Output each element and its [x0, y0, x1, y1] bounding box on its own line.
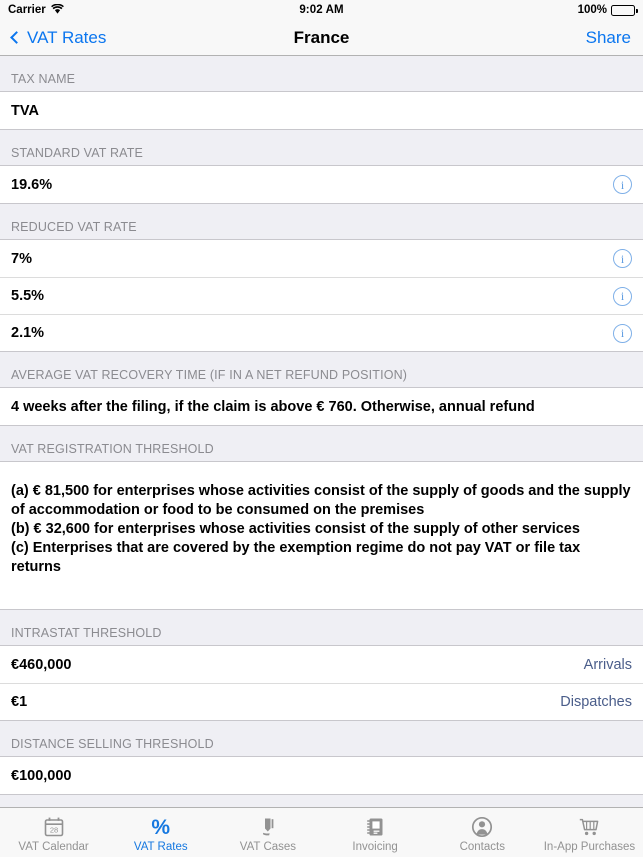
threshold-line: (a) € 81,500 for enterprises whose activ…	[11, 483, 631, 518]
cell-value: 19.6%	[11, 176, 53, 193]
section-group-vat-registration-threshold[interactable]: (a) € 81,500 for enterprises whose activ…	[0, 461, 643, 610]
notebook-icon	[364, 815, 386, 839]
section-group-average-vat-recovery-time: 4 weeks after the filing, if the claim i…	[0, 387, 643, 426]
section-header-average-vat-recovery-time: AVERAGE VAT RECOVERY TIME (IF IN A NET R…	[0, 352, 643, 387]
section-group-standard-vat-rate: 19.6% i	[0, 165, 643, 204]
section-header-distance-selling-threshold: DISTANCE SELLING THRESHOLD	[0, 721, 643, 756]
person-circle-icon	[471, 815, 493, 839]
table-row[interactable]: €100,000	[0, 757, 643, 794]
table-row[interactable]: 2.1% i	[0, 314, 643, 351]
tab-invoicing[interactable]: Invoicing	[322, 808, 429, 857]
info-icon[interactable]: i	[613, 323, 632, 343]
tab-in-app-purchases[interactable]: In-App Purchases	[536, 808, 643, 857]
section-header-vat-registration-threshold: VAT REGISTRATION THRESHOLD	[0, 426, 643, 461]
table-row[interactable]: 4 weeks after the filing, if the claim i…	[0, 388, 643, 425]
status-bar-time: 9:02 AM	[299, 4, 344, 16]
tab-label: Invoicing	[352, 841, 398, 853]
table-row[interactable]: €460,000 Arrivals	[0, 646, 643, 683]
tab-contacts[interactable]: Contacts	[429, 808, 536, 857]
section-header-tax-name: TAX NAME	[0, 56, 643, 91]
tab-vat-cases[interactable]: VAT Cases	[214, 808, 321, 857]
status-bar-right: 100%	[577, 4, 638, 16]
battery-icon	[611, 4, 638, 16]
tab-label: In-App Purchases	[543, 841, 636, 853]
section-header-intrastat-threshold: INTRASTAT THRESHOLD	[0, 610, 643, 645]
info-icon[interactable]: i	[613, 286, 632, 306]
battery-percent-label: 100%	[577, 4, 607, 16]
threshold-line: (c) Enterprises that are covered by the …	[11, 540, 581, 575]
percent-glyph: %	[151, 815, 171, 839]
cell-value: €100,000	[11, 767, 72, 784]
share-button[interactable]: Share	[586, 28, 631, 48]
tab-label: VAT Cases	[239, 841, 297, 853]
table-row[interactable]: 7% i	[0, 240, 643, 277]
table-row[interactable]: 19.6% i	[0, 166, 643, 203]
info-icon[interactable]: i	[613, 175, 632, 194]
tab-vat-rates[interactable]: % VAT Rates	[107, 808, 214, 857]
svg-text:28: 28	[49, 825, 57, 834]
app-screen: Carrier 9:02 AM 100% VAT Rates France Sh…	[0, 0, 643, 857]
status-bar: Carrier 9:02 AM 100%	[0, 0, 643, 20]
section-group-tax-name: TVA	[0, 91, 643, 130]
cell-value: €1	[11, 694, 28, 710]
navigation-bar: VAT Rates France Share	[0, 20, 643, 56]
tab-vat-calendar[interactable]: 28 VAT Calendar	[0, 808, 107, 857]
cell-accessory-label: Dispatches	[560, 694, 632, 710]
back-button[interactable]: VAT Rates	[10, 27, 107, 48]
cell-value: 7%	[11, 250, 32, 267]
section-group-reduced-vat-rate: 7% i 5.5% i 2.1% i	[0, 239, 643, 352]
section-header-reduced-vat-rate: REDUCED VAT RATE	[0, 204, 643, 239]
table-row[interactable]: €1 Dispatches	[0, 683, 643, 720]
table-row[interactable]: TVA	[0, 92, 643, 129]
cell-value: 4 weeks after the filing, if the claim i…	[11, 398, 535, 415]
section-header-standard-vat-rate: STANDARD VAT RATE	[0, 130, 643, 165]
cell-accessory-label: Arrivals	[583, 656, 632, 673]
chevron-left-icon	[10, 31, 23, 44]
cell-value: 5.5%	[11, 288, 45, 304]
cell-value: €460,000	[11, 656, 72, 673]
tab-label: VAT Calendar	[18, 841, 89, 853]
gavel-icon	[257, 815, 279, 839]
calendar-icon: 28	[43, 815, 65, 839]
threshold-line: (b) € 32,600 for enterprises whose activ…	[11, 521, 580, 537]
percent-icon: %	[151, 815, 170, 839]
section-group-intrastat-threshold: €460,000 Arrivals €1 Dispatches	[0, 645, 643, 721]
section-group-distance-selling-threshold: €100,000	[0, 756, 643, 795]
cell-value: TVA	[11, 102, 39, 119]
cell-value: 2.1%	[11, 325, 45, 341]
tab-label: Contacts	[459, 841, 505, 853]
shopping-cart-icon	[578, 815, 600, 839]
table-row[interactable]: 5.5% i	[0, 277, 643, 314]
tab-label: VAT Rates	[133, 841, 188, 853]
back-button-label: VAT Rates	[27, 27, 107, 47]
tab-bar: 28 VAT Calendar % VAT Rates VAT Cases In…	[0, 807, 643, 857]
info-icon[interactable]: i	[613, 249, 632, 268]
settings-table[interactable]: TAX NAME TVA STANDARD VAT RATE 19.6% i R…	[0, 56, 643, 807]
